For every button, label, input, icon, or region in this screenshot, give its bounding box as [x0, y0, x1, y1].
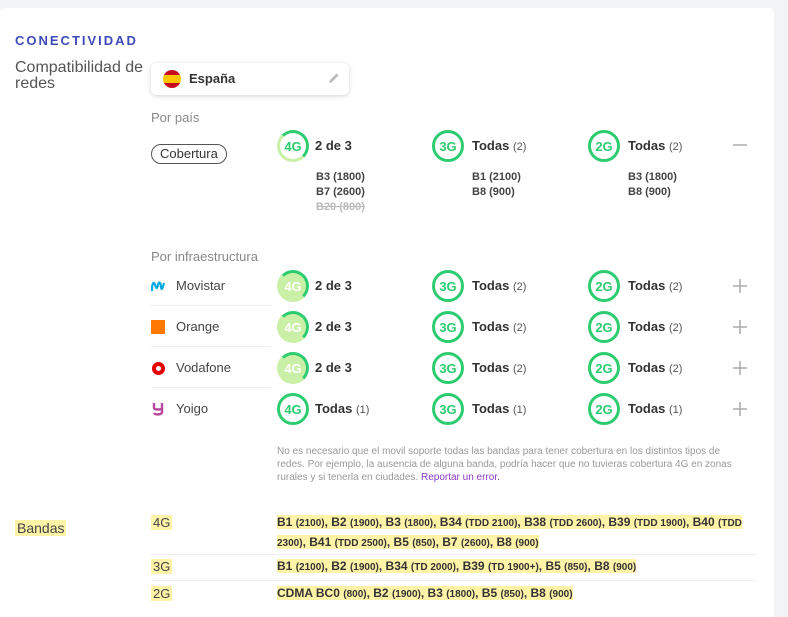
yoigo-logo-icon: [151, 402, 165, 416]
spain-flag-icon: [163, 70, 181, 88]
coverage-pill[interactable]: Cobertura: [151, 144, 227, 164]
section-title: CONECTIVIDAD: [15, 33, 138, 48]
orange-2g-summary: Todas (2): [628, 319, 683, 334]
badge-4g: 4G: [277, 311, 309, 343]
plus-icon[interactable]: [732, 319, 748, 335]
coverage-4g-bands: B3 (1800) B7 (2600) B20 (800): [316, 171, 365, 213]
pencil-icon[interactable]: [327, 71, 341, 85]
plus-icon[interactable]: [732, 360, 748, 376]
movistar-2g-summary: Todas (2): [628, 278, 683, 293]
badge-4g: 4G: [277, 352, 309, 384]
bandas-tech-2g: 2G: [151, 586, 173, 601]
coverage-2g-bands: B3 (1800) B8 (900): [628, 171, 677, 198]
movistar-logo-icon: [151, 279, 165, 293]
by-country-label: Por país: [151, 110, 200, 125]
orange-logo-icon: [151, 320, 165, 334]
badge-4g: 4G: [277, 393, 309, 425]
coverage-3g-summary: Todas (2): [472, 138, 527, 153]
bandas-tech-3g: 3G: [151, 559, 173, 574]
badge-4g: 4G: [277, 130, 309, 162]
vodafone-4g-summary: 2 de 3: [315, 360, 352, 375]
yoigo-3g-summary: Todas (1): [472, 401, 527, 416]
badge-3g: 3G: [432, 393, 464, 425]
connectivity-card: CONECTIVIDAD Compatibilidad de redes Esp…: [0, 8, 774, 617]
plus-icon[interactable]: [732, 278, 748, 294]
coverage-3g-bands: B1 (2100) B8 (900): [472, 171, 521, 198]
report-error-link[interactable]: Reportar un error.: [421, 472, 500, 483]
badge-2g: 2G: [588, 270, 620, 302]
badge-2g: 2G: [588, 352, 620, 384]
operator-row-orange: Orange: [151, 307, 271, 347]
badge-4g: 4G: [277, 270, 309, 302]
orange-3g-summary: Todas (2): [472, 319, 527, 334]
coverage-2g-summary: Todas (2): [628, 138, 683, 153]
yoigo-4g-summary: Todas (1): [315, 401, 370, 416]
by-infra-label: Por infraestructura: [151, 249, 258, 264]
plus-icon[interactable]: [732, 401, 748, 417]
badge-3g: 3G: [432, 270, 464, 302]
badge-2g: 2G: [588, 393, 620, 425]
yoigo-2g-summary: Todas (1): [628, 401, 683, 416]
country-selector[interactable]: España: [151, 63, 349, 95]
movistar-4g-summary: 2 de 3: [315, 278, 352, 293]
operator-row-vodafone: Vodafone: [151, 348, 271, 388]
minus-icon[interactable]: [732, 137, 748, 153]
vodafone-2g-summary: Todas (2): [628, 360, 683, 375]
badge-3g: 3G: [432, 311, 464, 343]
bandas-tech-4g: 4G: [151, 515, 173, 530]
coverage-4g-summary: 2 de 3: [315, 138, 352, 153]
movistar-3g-summary: Todas (2): [472, 278, 527, 293]
divider: [151, 580, 756, 581]
badge-2g: 2G: [588, 311, 620, 343]
bandas-list-4g: B1 (2100), B2 (1900), B3 (1800), B34 (TD…: [277, 515, 742, 549]
bandas-list-3g: B1 (2100), B2 (1900), B34 (TD 2000), B39…: [277, 559, 637, 573]
orange-4g-summary: 2 de 3: [315, 319, 352, 334]
divider: [151, 554, 756, 555]
compat-label: Compatibilidad de redes: [15, 59, 144, 92]
vodafone-3g-summary: Todas (2): [472, 360, 527, 375]
badge-3g: 3G: [432, 352, 464, 384]
operator-row-movistar: Movistar: [151, 266, 271, 306]
operator-row-yoigo: Yoigo: [151, 389, 271, 429]
compat-note: No es necesario que el movil soporte tod…: [277, 446, 732, 483]
badge-3g: 3G: [432, 130, 464, 162]
bandas-label: Bandas: [15, 520, 67, 536]
country-name: España: [189, 71, 236, 86]
vodafone-logo-icon: [151, 361, 165, 375]
badge-2g: 2G: [588, 130, 620, 162]
missing-band: B20 (800): [316, 201, 365, 213]
bandas-list-2g: CDMA BC0 (800), B2 (1900), B3 (1800), B5…: [277, 586, 573, 600]
